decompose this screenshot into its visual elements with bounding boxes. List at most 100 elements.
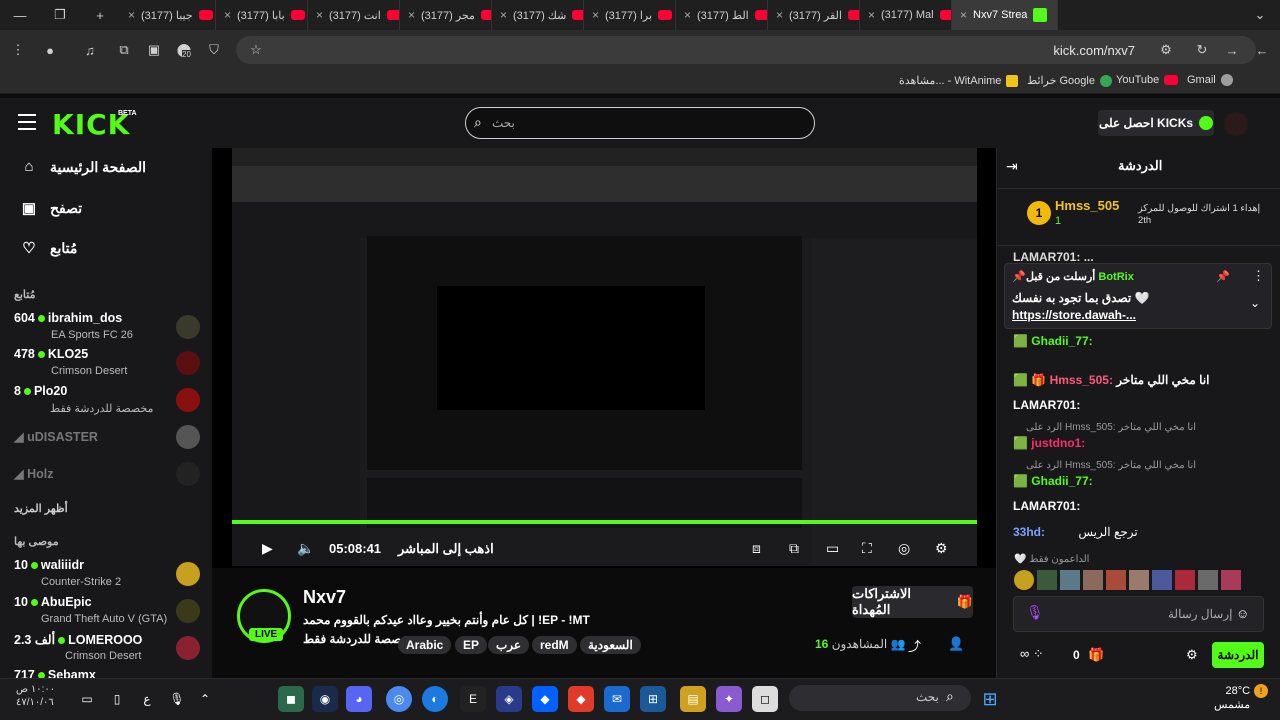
more-options-icon[interactable]: ⋮ <box>1252 268 1265 284</box>
browser-tab[interactable]: × (3177) بابا <box>216 0 308 30</box>
gifted-subs-button[interactable]: الاشتراكات المُهداة 🎁 <box>852 586 973 618</box>
reply-preview[interactable]: الرد على Hmss_505: انا مخي اللي متاخر <box>1026 460 1196 471</box>
sidebar-channel[interactable]: 10 waliiidr Counter-Strike 2 <box>14 558 204 592</box>
hamburger-menu-icon[interactable] <box>18 114 36 130</box>
nav-browse[interactable]: ▣ تصفح <box>20 199 82 218</box>
app-icon[interactable]: ◆ <box>568 686 594 712</box>
search-input[interactable] <box>465 107 815 139</box>
app-icon[interactable]: ◼ <box>278 686 304 712</box>
pip-icon[interactable]: ⧉ <box>789 540 799 557</box>
emote[interactable] <box>1152 570 1172 590</box>
show-more-link[interactable]: أظهر المزيد <box>14 502 68 515</box>
tab-search-icon[interactable]: ⌄ <box>1240 0 1280 30</box>
chat-settings-icon[interactable]: ⚙ <box>1186 647 1198 663</box>
chat-username[interactable]: justdno1: <box>1031 436 1085 450</box>
close-tab-icon[interactable]: × <box>592 8 599 22</box>
emote[interactable] <box>1060 570 1080 590</box>
emote[interactable] <box>1106 570 1126 590</box>
url-text[interactable]: kick.com/nxv7 <box>1053 43 1135 58</box>
minimize-icon[interactable]: — <box>0 0 40 30</box>
reply-preview[interactable]: الرد على Hmss_505: انا مخي اللي متاخر <box>1026 422 1196 433</box>
weather-widget[interactable]: 28°C مشمس <box>1214 684 1250 712</box>
emote[interactable] <box>1014 570 1034 590</box>
channel-name[interactable]: Nxv7 <box>303 587 346 608</box>
sidebar-channel[interactable]: 10 AbuEpic Grand Theft Auto V (GTA) <box>14 595 204 629</box>
unpin-icon[interactable]: 📌 <box>1216 270 1230 283</box>
user-avatar[interactable] <box>1224 112 1248 136</box>
close-tab-icon[interactable]: × <box>128 8 135 22</box>
close-tab-icon[interactable]: × <box>408 8 415 22</box>
extension-icon[interactable]: ▣ <box>144 40 164 60</box>
go-live-button[interactable]: اذهب إلى المباشر <box>398 541 494 557</box>
tag[interactable]: السعودية <box>580 636 641 654</box>
sidebar-channel[interactable]: 478 KLO25 Crimson Desert <box>14 347 204 381</box>
stream-progress-bar[interactable] <box>232 520 977 524</box>
emote[interactable] <box>1198 570 1218 590</box>
epic-games-icon[interactable]: E <box>460 686 486 712</box>
browser-tab[interactable]: × (3177) انت <box>308 0 400 30</box>
emote[interactable] <box>1175 570 1195 590</box>
browser-tab[interactable]: × (3177) Mal <box>860 0 952 30</box>
follow-user-icon[interactable]: 👤 <box>948 636 964 652</box>
emote[interactable] <box>1083 570 1103 590</box>
browser-tab[interactable]: × (3177) القر <box>768 0 860 30</box>
windows-start-icon[interactable]: ⊞ <box>977 686 1003 712</box>
fullscreen-icon[interactable]: ⛶ <box>862 540 872 557</box>
shield-icon[interactable]: ⛉ <box>204 40 224 60</box>
sidebar-channel[interactable]: 2.3 ألف LOMEROOO Crimson Desert <box>14 632 204 666</box>
close-tab-icon[interactable]: × <box>316 8 323 22</box>
menu-icon[interactable]: ⋮ <box>8 40 28 60</box>
sidebar-channel-offline[interactable]: ◢ uDISASTER <box>14 425 204 463</box>
outlook-icon[interactable]: ✉ <box>604 686 630 712</box>
browser-tab[interactable]: × (3177) مجر <box>400 0 492 30</box>
battery-icon[interactable]: ▯ <box>104 686 130 712</box>
kick-points-icon[interactable]: ∞ ⁘ <box>1020 646 1044 662</box>
extensions-puzzle-icon[interactable]: ⧉ <box>114 40 134 60</box>
tag[interactable]: EP <box>455 636 488 654</box>
chat-username[interactable]: 33hd: <box>1013 525 1045 539</box>
discord-icon[interactable]: ◕ <box>346 686 372 712</box>
browser-tab-active[interactable]: × Nxv7 Strea <box>952 0 1058 30</box>
extension-badge-icon[interactable]: 20⬤ <box>174 40 194 60</box>
close-tab-icon[interactable]: × <box>224 8 231 22</box>
notification-icon[interactable]: ▭ <box>74 686 100 712</box>
close-tab-icon[interactable]: × <box>500 8 507 22</box>
microphone-icon[interactable]: 🎙 <box>1026 604 1044 621</box>
chrome-icon[interactable]: ◎ <box>386 686 412 712</box>
dropbox-icon[interactable]: ◆ <box>532 686 558 712</box>
share-icon[interactable]: ⤴ <box>908 636 921 655</box>
sidebar-channel[interactable]: 604 ibrahim_dos EA Sports FC 26 <box>14 311 204 345</box>
language-icon[interactable]: ع <box>134 686 160 712</box>
sidebar-channel-offline[interactable]: ◢ Holz <box>14 462 204 500</box>
tray-overflow-icon[interactable]: ⌃ <box>192 686 218 712</box>
app-icon[interactable]: ◻ <box>752 686 778 712</box>
collapse-chat-icon[interactable]: ⇥ <box>1006 158 1018 175</box>
pinned-by-name[interactable]: BotRix <box>1098 271 1133 283</box>
reload-icon[interactable]: ↻ <box>1192 40 1212 60</box>
file-explorer-icon[interactable]: ▤ <box>680 686 706 712</box>
steam-icon[interactable]: ◉ <box>312 686 338 712</box>
search-icon[interactable]: ⌕ <box>474 114 482 131</box>
media-control-icon[interactable]: ♫ <box>80 40 100 60</box>
nav-home[interactable]: ⌂ الصفحة الرئيسية <box>20 158 146 176</box>
play-icon[interactable]: ▶ <box>262 540 273 557</box>
microphone-tray-icon[interactable]: 🎙 <box>164 686 190 712</box>
tag[interactable]: redM <box>532 636 577 654</box>
chat-username[interactable]: Hmss_505: <box>1050 373 1113 387</box>
volume-icon[interactable]: 🔈 <box>297 540 314 557</box>
get-kicks-button[interactable]: احصل على KICKs <box>1098 110 1214 136</box>
sidebar-channel[interactable]: 717 Sebamx <box>14 668 204 678</box>
back-icon[interactable]: → <box>1222 40 1242 60</box>
site-settings-icon[interactable]: ⚙ <box>1156 40 1176 60</box>
chat-send-button[interactable]: الدردشة <box>1212 642 1264 668</box>
close-tab-icon[interactable]: × <box>960 8 967 22</box>
extension-icon[interactable]: ● <box>40 40 60 60</box>
close-tab-icon[interactable]: × <box>868 8 875 22</box>
clip-icon[interactable]: ⧈ <box>752 540 761 557</box>
emote[interactable] <box>1129 570 1149 590</box>
browser-tab[interactable]: × (3177) شك <box>492 0 584 30</box>
taskbar-search[interactable] <box>789 685 971 711</box>
chat-username[interactable]: LAMAR701: <box>1013 499 1080 513</box>
forward-icon[interactable]: ← <box>1252 40 1272 60</box>
nav-following[interactable]: ♡ مُتابع <box>20 239 77 258</box>
